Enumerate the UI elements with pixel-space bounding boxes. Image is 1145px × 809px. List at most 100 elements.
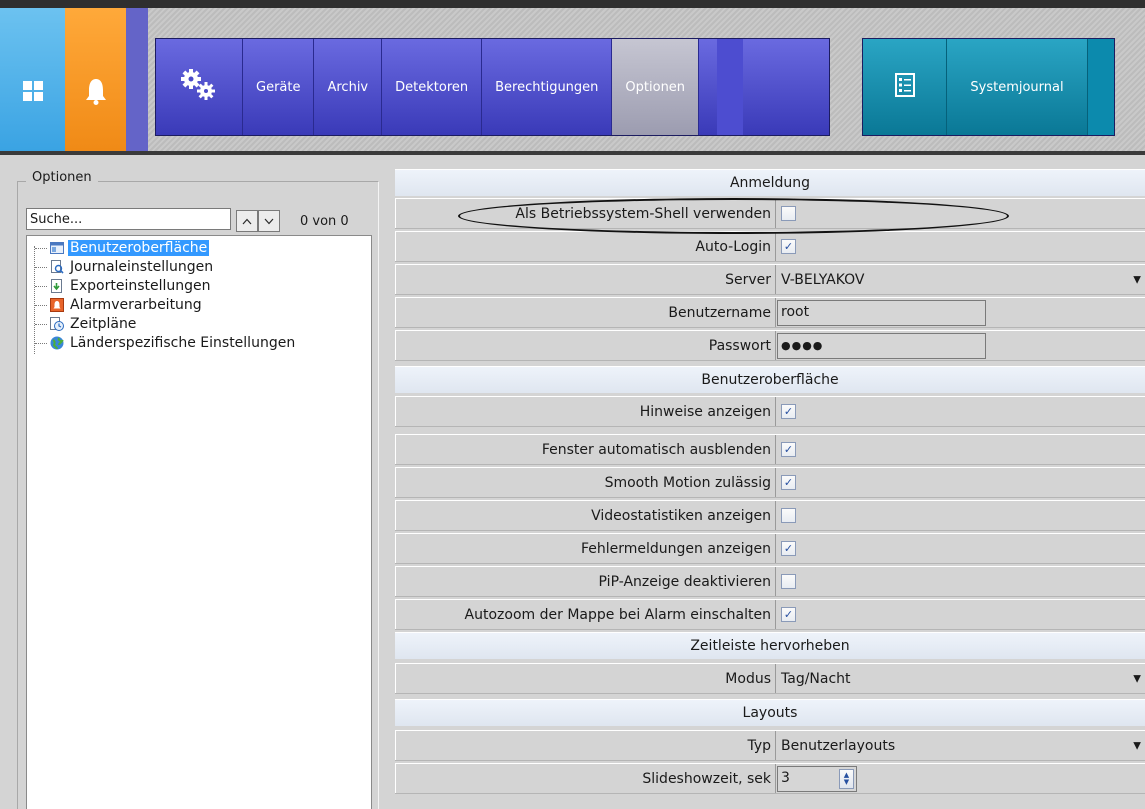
check-icon: ✓ xyxy=(783,476,794,489)
options-settings-panel: Anmeldung Als Betriebssystem-Shell verwe… xyxy=(383,155,1145,809)
setting-row-videostatistiken: Videostatistiken anzeigen xyxy=(395,500,1145,531)
gears-icon xyxy=(179,68,219,106)
username-field[interactable]: root xyxy=(777,300,986,326)
section-header-layouts: Layouts xyxy=(395,699,1145,726)
section-header-benutzeroberflaeche: Benutzeroberfläche xyxy=(395,366,1145,393)
section-header-anmeldung: Anmeldung xyxy=(395,169,1145,196)
search-next-button[interactable] xyxy=(258,210,280,232)
bell-icon xyxy=(85,77,107,105)
setting-label: Server xyxy=(395,265,776,294)
tree-item-zeitplaene[interactable]: Zeitpläne xyxy=(35,314,138,334)
options-navigation-panel: Optionen Suche... 0 von 0 Benutzeroberfl… xyxy=(0,155,383,809)
top-navigation-bar: Geräte Archiv Detektoren Berechtigungen … xyxy=(0,0,1145,155)
nav-spacer xyxy=(699,39,718,135)
setting-row-fenster-ausblenden: Fenster automatisch ausblenden ✓ xyxy=(395,434,1145,465)
check-icon: ✓ xyxy=(783,608,794,621)
nav-divider-strip xyxy=(126,8,148,151)
setting-row-pip: PiP-Anzeige deaktivieren xyxy=(395,566,1145,597)
setting-row-smooth-motion: Smooth Motion zulässig ✓ xyxy=(395,467,1145,498)
layout-type-select-value: Benutzerlayouts xyxy=(781,738,896,754)
schedule-icon xyxy=(50,317,64,331)
autozoom-checkbox[interactable]: ✓ xyxy=(781,607,796,622)
windows-icon xyxy=(22,80,44,102)
setting-row-hinweise: Hinweise anzeigen ✓ xyxy=(395,396,1145,427)
autologin-checkbox[interactable]: ✓ xyxy=(781,239,796,254)
spin-down-icon: ▼ xyxy=(843,778,850,786)
server-select[interactable]: V-BELYAKOV ▼ xyxy=(777,267,1145,293)
tree-item-alarmverarbeitung[interactable]: Alarmverarbeitung xyxy=(35,295,204,315)
section-header-zeitleiste: Zeitleiste hervorheben xyxy=(395,632,1145,659)
tab-geraete[interactable]: Geräte xyxy=(243,39,315,135)
setting-label: Autozoom der Mappe bei Alarm einschalten xyxy=(395,600,776,629)
check-icon: ✓ xyxy=(783,443,794,456)
check-icon: ✓ xyxy=(783,240,794,253)
setting-label: Videostatistiken anzeigen xyxy=(395,501,776,530)
setting-row-autozoom: Autozoom der Mappe bei Alarm einschalten… xyxy=(395,599,1145,630)
checklist-icon xyxy=(894,73,915,101)
tree-item-exporteinstellungen[interactable]: Exporteinstellungen xyxy=(35,276,213,296)
setting-label: Als Betriebssystem-Shell verwenden xyxy=(395,199,776,228)
setting-label: Benutzername xyxy=(395,298,776,327)
tab-systemjournal[interactable]: Systemjournal xyxy=(947,39,1088,135)
main-navigation: Geräte Archiv Detektoren Berechtigungen … xyxy=(155,38,830,136)
export-icon xyxy=(50,279,64,293)
dropdown-arrow-icon: ▼ xyxy=(1133,673,1141,685)
globe-icon xyxy=(50,336,64,350)
journal-icon-button[interactable] xyxy=(863,39,947,135)
fehlermeldungen-checkbox[interactable]: ✓ xyxy=(781,541,796,556)
nav-end-cap xyxy=(717,39,744,135)
password-field[interactable]: ●●●● xyxy=(777,333,986,359)
setting-row-typ: Typ Benutzerlayouts ▼ xyxy=(395,730,1145,761)
spin-buttons[interactable]: ▲ ▼ xyxy=(839,769,854,789)
hinweise-checkbox[interactable]: ✓ xyxy=(781,404,796,419)
setting-row-server: Server V-BELYAKOV ▼ xyxy=(395,264,1145,295)
setting-row-username: Benutzername root xyxy=(395,297,1145,328)
slideshow-time-value: 3 xyxy=(781,770,790,786)
options-group-title: Optionen xyxy=(26,170,98,185)
alarm-tile[interactable] xyxy=(65,8,126,151)
dropdown-arrow-icon: ▼ xyxy=(1133,740,1141,752)
check-icon: ✓ xyxy=(783,542,794,555)
setting-label: Hinweise anzeigen xyxy=(395,397,776,426)
journal-end-cap xyxy=(1088,39,1114,135)
setting-label: Passwort xyxy=(395,331,776,360)
setting-label: Fenster automatisch ausblenden xyxy=(395,435,776,464)
journal-navigation: Systemjournal xyxy=(862,38,1115,136)
windows-tile[interactable] xyxy=(0,8,65,151)
tree-item-laenderspezifische-einstellungen[interactable]: Länderspezifische Einstellungen xyxy=(35,333,297,353)
modus-select[interactable]: Tag/Nacht ▼ xyxy=(777,666,1145,692)
slideshow-time-stepper[interactable]: 3 ▲ ▼ xyxy=(777,766,857,792)
pip-checkbox[interactable] xyxy=(781,574,796,589)
search-result-counter: 0 von 0 xyxy=(300,214,349,229)
tab-berechtigungen[interactable]: Berechtigungen xyxy=(482,39,613,135)
videostatistiken-checkbox[interactable] xyxy=(781,508,796,523)
shell-checkbox[interactable] xyxy=(781,206,796,221)
setting-label: Slideshowzeit, sek xyxy=(395,764,776,793)
tree-item-journaleinstellungen[interactable]: Journaleinstellungen xyxy=(35,257,215,277)
chevron-down-icon xyxy=(264,214,274,229)
settings-nav-button[interactable] xyxy=(156,39,243,135)
tab-archiv[interactable]: Archiv xyxy=(314,39,383,135)
options-tree: Benutzeroberfläche Journaleinstellungen … xyxy=(26,235,372,809)
search-input[interactable]: Suche... xyxy=(26,208,231,230)
check-icon: ✓ xyxy=(783,405,794,418)
tab-optionen[interactable]: Optionen xyxy=(612,39,700,135)
setting-label: Typ xyxy=(395,731,776,760)
fenster-ausblenden-checkbox[interactable]: ✓ xyxy=(781,442,796,457)
journal-search-icon xyxy=(50,260,64,274)
setting-label: Auto-Login xyxy=(395,232,776,261)
setting-row-slideshowzeit: Slideshowzeit, sek 3 ▲ ▼ xyxy=(395,763,1145,794)
setting-label: Smooth Motion zulässig xyxy=(395,468,776,497)
chevron-up-icon xyxy=(242,214,252,229)
tab-detektoren[interactable]: Detektoren xyxy=(382,39,483,135)
alarm-icon xyxy=(50,298,64,312)
layout-type-select[interactable]: Benutzerlayouts ▼ xyxy=(777,733,1145,759)
dropdown-arrow-icon: ▼ xyxy=(1133,274,1141,286)
smooth-motion-checkbox[interactable]: ✓ xyxy=(781,475,796,490)
tree-item-benutzeroberflaeche[interactable]: Benutzeroberfläche xyxy=(35,238,210,258)
search-previous-button[interactable] xyxy=(236,210,258,232)
server-select-value: V-BELYAKOV xyxy=(781,272,865,288)
setting-row-shell: Als Betriebssystem-Shell verwenden xyxy=(395,198,1145,229)
setting-row-password: Passwort ●●●● xyxy=(395,330,1145,361)
setting-label: Modus xyxy=(395,664,776,693)
